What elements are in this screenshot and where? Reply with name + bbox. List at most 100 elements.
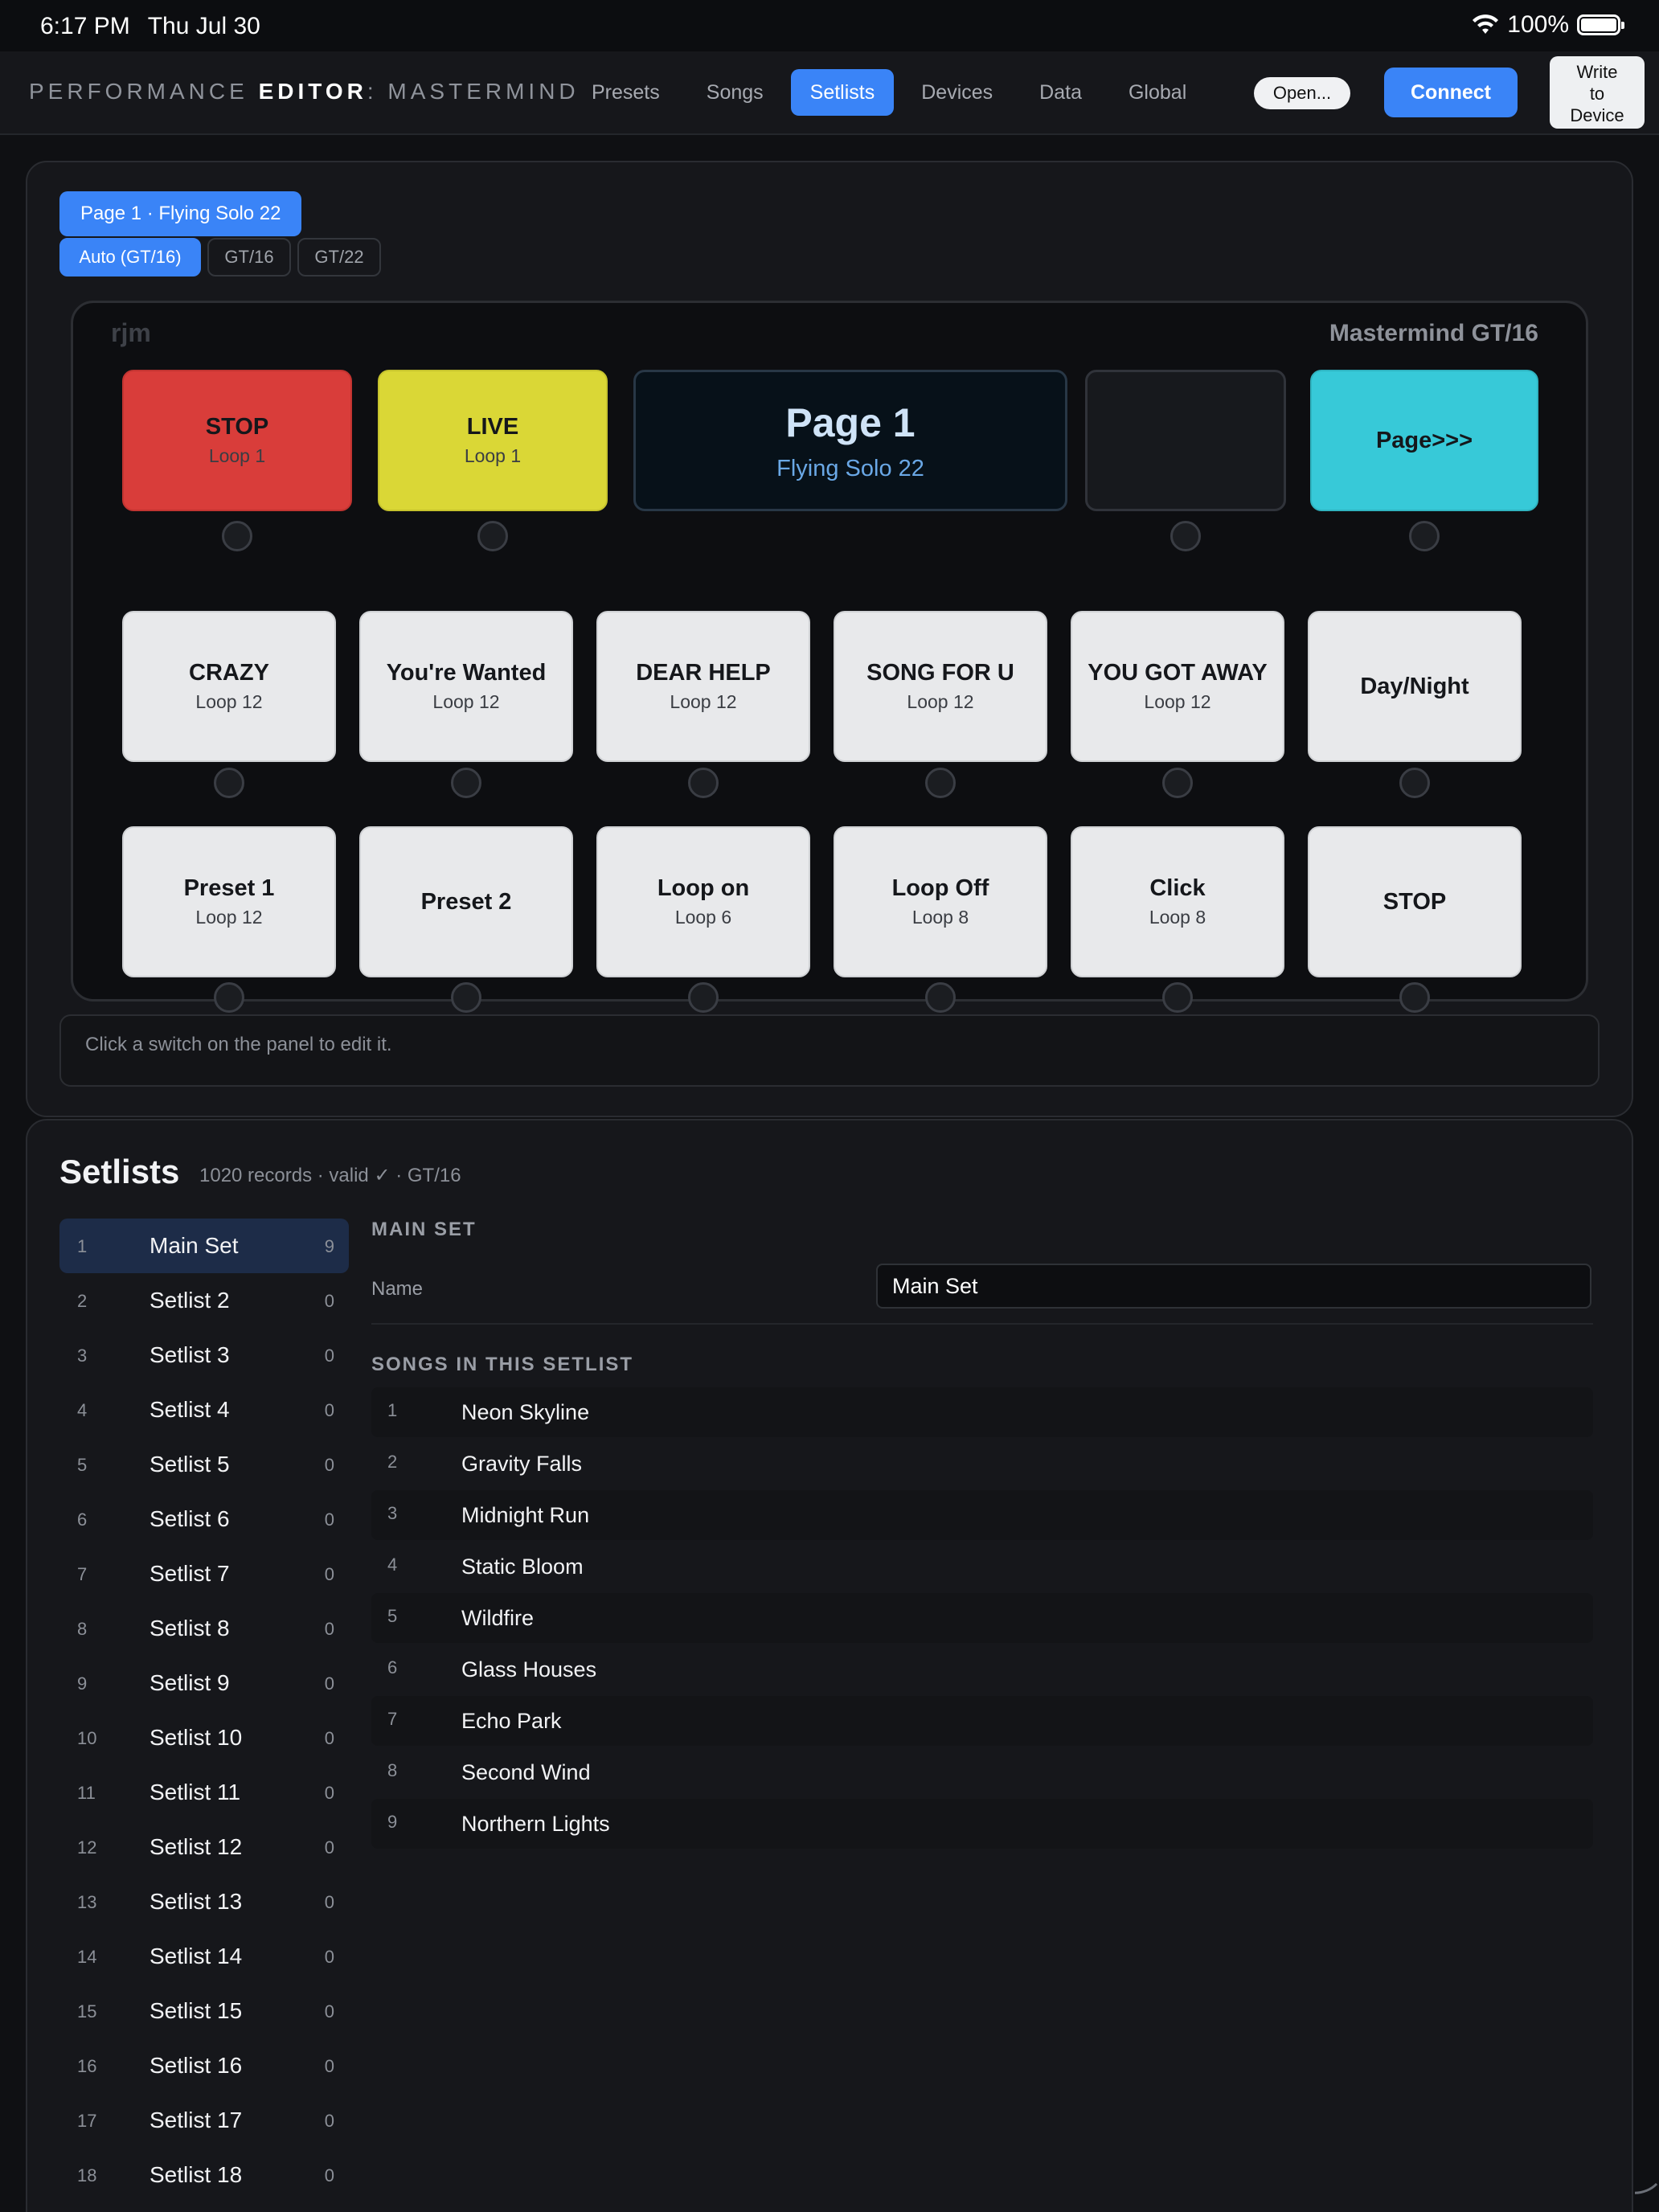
setlist-name: Setlist 3 [150,1342,230,1367]
song-row[interactable]: 9 Northern Lights [371,1799,1593,1849]
song-row[interactable]: 2 Gravity Falls [371,1439,1593,1489]
switch-title: Page>>> [1375,427,1473,453]
setlist-song-count: 0 [324,1783,334,1803]
song-row[interactable]: 7 Echo Park [371,1696,1593,1746]
layout-gt16[interactable]: GT/16 [207,238,291,276]
switch-live[interactable]: LIVE Loop 1 [378,370,608,511]
switch-subtitle: Loop 8 [1149,907,1206,928]
switch-led [222,521,252,551]
setlist-item[interactable]: 18 Setlist 18 0 [59,2148,349,2202]
switch-led [451,768,481,798]
setlist-item[interactable]: 3 Setlist 3 0 [59,1328,349,1382]
switch-title: Loop Off [891,875,989,901]
setlist-item[interactable]: 14 Setlist 14 0 [59,1929,349,1984]
page-display: Page 1 Flying Solo 22 [633,370,1067,511]
top-nav: PERFORMANCE EDITOR: MASTERMIND Presets So… [0,51,1659,135]
setlist-item[interactable]: 2 Setlist 2 0 [59,1273,349,1328]
switch-stop[interactable]: STOP Loop 1 [122,370,352,511]
switch-loop-on[interactable]: Loop on Loop 6 [596,826,810,977]
setlist-item[interactable]: 9 Setlist 9 0 [59,1656,349,1710]
setlist-item[interactable]: 12 Setlist 12 0 [59,1820,349,1874]
tab-setlists[interactable]: Setlists [790,69,895,116]
switch-subtitle: Loop 12 [670,691,737,712]
setlists-meta: 1020 records · valid ✓ · GT/16 [199,1165,461,1186]
tab-presets[interactable]: Presets [572,69,679,116]
layout-gt22[interactable]: GT/22 [297,238,381,276]
setlist-number: 2 [77,1291,88,1311]
setlist-item[interactable]: 6 Setlist 6 0 [59,1492,349,1546]
switch-preset-1[interactable]: Preset 1 Loop 12 [122,826,336,977]
switch-dear-help[interactable]: DEAR HELP Loop 12 [596,611,810,762]
tab-data[interactable]: Data [1020,69,1101,116]
write-button-line: Write [1576,62,1618,82]
layout-auto[interactable]: Auto (GT/16) [59,238,201,276]
open-button[interactable]: Open... [1254,77,1350,109]
setlist-song-count: 0 [324,2165,334,2185]
tab-global[interactable]: Global [1109,69,1206,116]
switch-preset-2[interactable]: Preset 2 [359,826,573,977]
setlist-item[interactable]: 1 Main Set 9 [59,1219,349,1273]
setlist-item[interactable]: 17 Setlist 17 0 [59,2093,349,2148]
switch-song-for-u[interactable]: SONG FOR U Loop 12 [834,611,1047,762]
song-name: Static Bloom [461,1555,584,1579]
tab-devices[interactable]: Devices [902,69,1012,116]
status-time: 6:17 PM Thu Jul 30 [40,13,260,40]
switch-title: Page 1 [785,399,916,445]
switch-click[interactable]: Click Loop 8 [1071,826,1284,977]
page-selector[interactable]: Page 1 · Flying Solo 22 [59,191,302,236]
setlist-item[interactable]: 10 Setlist 10 0 [59,1710,349,1765]
tab-songs[interactable]: Songs [687,69,783,116]
switch-title: STOP [205,414,269,440]
song-row[interactable]: 4 Static Bloom [371,1542,1593,1591]
switch-empty[interactable] [1085,370,1286,511]
setlist-item[interactable]: 5 Setlist 5 0 [59,1437,349,1492]
setlist-number: 13 [77,1892,97,1912]
switch-page-[interactable]: Page>>> [1310,370,1538,511]
setlist-number: 15 [77,2001,97,2022]
song-number: 5 [387,1606,398,1626]
setlist-name: Setlist 18 [150,2162,243,2187]
setlist-number: 17 [77,2111,97,2131]
song-row[interactable]: 3 Midnight Run [371,1490,1593,1540]
switch-loop-off[interactable]: Loop Off Loop 8 [834,826,1047,977]
switch-you-got-away[interactable]: YOU GOT AWAY Loop 12 [1071,611,1284,762]
connect-button[interactable]: Connect [1384,68,1518,117]
setlist-name: Setlist 13 [150,1889,243,1914]
setlist-song-count: 0 [324,1455,334,1475]
setlist-item[interactable]: 11 Setlist 11 0 [59,1765,349,1820]
nav-tabs: Presets Songs Setlists Devices Data Global [572,69,1206,116]
setlist-item[interactable]: 8 Setlist 8 0 [59,1601,349,1656]
switch-crazy[interactable]: CRAZY Loop 12 [122,611,336,762]
switch-subtitle: Loop 12 [195,907,263,928]
switch-day-night[interactable]: Day/Night [1308,611,1522,762]
setlist-name: Setlist 16 [150,2053,243,2078]
song-row[interactable]: 1 Neon Skyline [371,1387,1593,1437]
setlist-number: 4 [77,1400,88,1420]
brand-bold: EDITOR [258,79,367,104]
setlist-name: Setlist 10 [150,1725,243,1750]
write-to-device-button[interactable]: Write to Device [1550,56,1645,129]
switch-title: CRAZY [189,660,269,686]
setlist-song-count: 0 [324,2001,334,2022]
switch-subtitle: Flying Solo 22 [776,455,924,481]
switch-you-re-wanted[interactable]: You're Wanted Loop 12 [359,611,573,762]
song-name: Gravity Falls [461,1452,583,1476]
switch-title: DEAR HELP [636,660,771,686]
switch-subtitle: Loop 8 [911,907,969,928]
setlist-song-count: 0 [324,2111,334,2131]
setlist-item[interactable]: 4 Setlist 4 0 [59,1382,349,1437]
song-row[interactable]: 6 Glass Houses [371,1645,1593,1694]
song-row[interactable]: 8 Second Wind [371,1747,1593,1797]
setlist-item[interactable]: 15 Setlist 15 0 [59,1984,349,2038]
setlist-item[interactable]: 13 Setlist 13 0 [59,1874,349,1929]
setlist-name: Setlist 5 [150,1452,230,1477]
write-button-line: to [1589,84,1605,104]
song-number: 3 [387,1503,398,1523]
setlist-name-input[interactable] [876,1264,1591,1309]
switch-title: LIVE [466,414,519,440]
setlist-item[interactable]: 16 Setlist 16 0 [59,2038,349,2093]
song-row[interactable]: 5 Wildfire [371,1593,1593,1643]
setlist-item[interactable]: 7 Setlist 7 0 [59,1546,349,1601]
setlist-song-count: 0 [324,1892,334,1912]
switch-stop[interactable]: STOP [1308,826,1522,977]
